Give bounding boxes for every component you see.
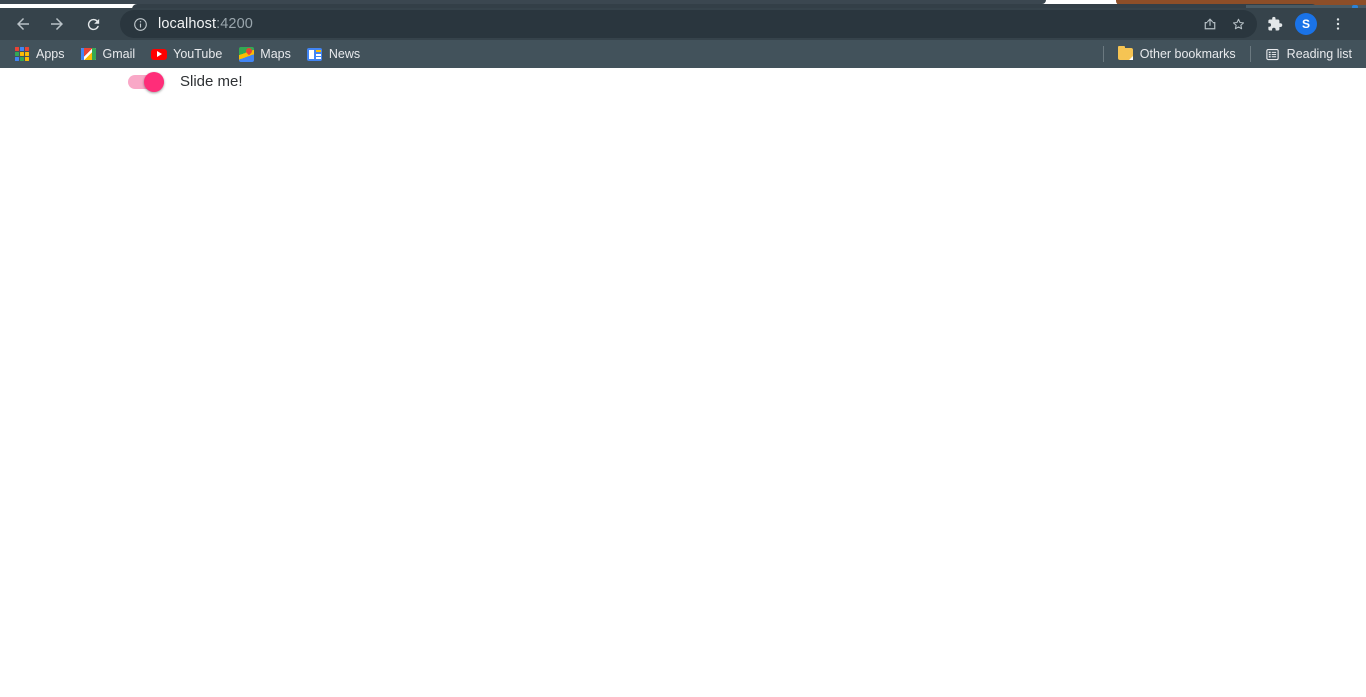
url-text: localhost:4200: [158, 16, 1197, 32]
share-button[interactable]: [1197, 11, 1223, 37]
bookmark-button[interactable]: [1225, 11, 1251, 37]
browser-chrome: localhost:4200 S Apps Gmail YouTube Maps…: [0, 8, 1366, 68]
bookmark-label: Maps: [260, 47, 291, 61]
three-dots-vertical-icon: [1336, 18, 1340, 30]
reading-list-label: Reading list: [1286, 47, 1352, 61]
apps-grid-icon: [14, 46, 30, 62]
slide-toggle-label: Slide me!: [180, 73, 243, 90]
maps-icon: [238, 46, 254, 62]
reading-list-icon: [1265, 46, 1281, 62]
bookmark-maps[interactable]: Maps: [230, 43, 299, 65]
bookmark-label: Apps: [36, 47, 65, 61]
chrome-menu-button[interactable]: [1323, 9, 1353, 39]
news-icon: [307, 46, 323, 62]
bookmark-gmail[interactable]: Gmail: [73, 43, 144, 65]
other-bookmarks-button[interactable]: Other bookmarks: [1110, 43, 1244, 65]
arrow-right-icon: [51, 18, 63, 30]
profile-button[interactable]: S: [1291, 9, 1321, 39]
slide-toggle-thumb[interactable]: [144, 71, 164, 92]
url-rest: :4200: [216, 16, 253, 32]
bookmark-label: YouTube: [173, 47, 223, 61]
youtube-icon: [151, 46, 168, 62]
bookmarks-divider: [1249, 46, 1251, 62]
browser-toolbar: localhost:4200 S: [0, 8, 1366, 40]
toolbar-trailing-actions: S: [1257, 9, 1359, 39]
gmail-icon: [81, 46, 97, 62]
slide-toggle[interactable]: [128, 71, 164, 92]
avatar: S: [1295, 13, 1317, 35]
extensions-button[interactable]: [1259, 9, 1289, 39]
arrow-left-icon: [17, 18, 29, 30]
reload-button[interactable]: [78, 9, 108, 39]
other-bookmarks-label: Other bookmarks: [1139, 47, 1236, 61]
bookmarks-bar: Apps Gmail YouTube Maps News Other bookm…: [0, 40, 1366, 68]
reading-list-button[interactable]: Reading list: [1257, 43, 1360, 65]
bookmark-label: News: [328, 47, 361, 61]
back-button[interactable]: [8, 9, 38, 39]
url-host: localhost: [158, 16, 217, 32]
slide-toggle-row: Slide me!: [128, 71, 243, 92]
address-bar[interactable]: localhost:4200: [120, 10, 1257, 38]
bookmark-apps[interactable]: Apps: [6, 43, 73, 65]
background-window-stack: [0, 0, 1366, 9]
star-icon: [1232, 18, 1244, 29]
info-circle-icon[interactable]: [130, 14, 150, 34]
reload-icon: [87, 18, 99, 30]
folder-icon: [1118, 46, 1134, 62]
bookmark-news[interactable]: News: [299, 43, 368, 65]
page-content: Slide me!: [0, 68, 1366, 697]
bookmark-youtube[interactable]: YouTube: [143, 43, 230, 65]
bookmarks-divider: [1102, 46, 1104, 62]
share-icon: [1204, 18, 1216, 30]
puzzle-piece-icon: [1268, 16, 1283, 31]
forward-button[interactable]: [42, 9, 72, 39]
bookmark-label: Gmail: [102, 47, 136, 61]
